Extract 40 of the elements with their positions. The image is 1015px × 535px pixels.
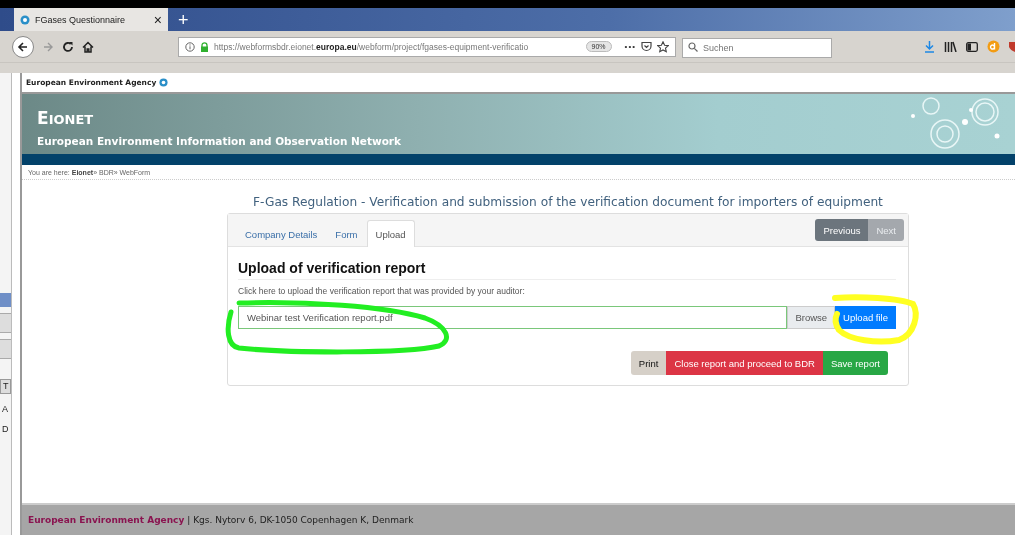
file-name-field[interactable]: Webinar test Verification report.pdf [238,306,788,329]
tab[interactable]: Form [326,220,367,247]
browse-button[interactable]: Browse [787,306,836,329]
tab[interactable]: Company Details [236,220,327,247]
upload-file-button[interactable]: Upload file [835,306,896,329]
home-icon[interactable] [82,40,94,53]
search-icon [688,41,698,52]
page-title: F-Gas Regulation - Verification and submission of the verification document for importers of equipment [252,195,884,209]
url-text: https://webformsbdr.eionet.europa.eu/webform/project/fgases-equipment-verificatio [214,41,530,52]
tab-title: FGases Questionnaire [35,14,127,25]
more-menu-button[interactable]: ••• [624,42,636,51]
reload-icon[interactable] [62,40,74,53]
back-arrow-icon [17,40,29,53]
browser-tab[interactable]: FGases Questionnaire × [14,8,168,31]
instruction-text: Click here to upload the verification report that was provided by your auditor: [238,286,526,296]
print-button[interactable]: Print [630,351,667,375]
gear-icon [20,14,30,25]
shield-icon[interactable] [1009,40,1015,53]
close-report-button[interactable]: Close report and proceed to BDR [666,351,823,375]
tab[interactable]: Upload [366,220,415,247]
background-window-text: A [1,404,9,414]
background-window-text: T [0,379,11,394]
footer-address: | Kgs. Nytorv 6, DK-1050 Copenhagen K, Denmark [187,515,414,525]
gear-icon [159,78,169,87]
search-field[interactable]: Suchen [682,37,832,58]
pocket-icon[interactable] [641,41,652,52]
section-heading: Upload of verification report [238,260,896,280]
close-tab-button[interactable]: × [153,11,162,28]
site-subtitle: European Environment Information and Observation Network [37,135,402,147]
previous-button[interactable]: Previous [815,219,869,241]
site-logo-text: EIONET [37,108,95,130]
bookmark-star-icon[interactable] [657,40,669,53]
sidebar-icon[interactable] [966,41,978,52]
footer-agency-name: European Environment Agency [28,515,185,525]
library-icon[interactable] [944,41,957,52]
new-tab-button[interactable]: + [168,8,199,31]
background-window-text: D [1,424,10,434]
lock-icon [200,41,209,52]
back-button[interactable] [12,35,34,58]
info-icon [185,41,195,52]
